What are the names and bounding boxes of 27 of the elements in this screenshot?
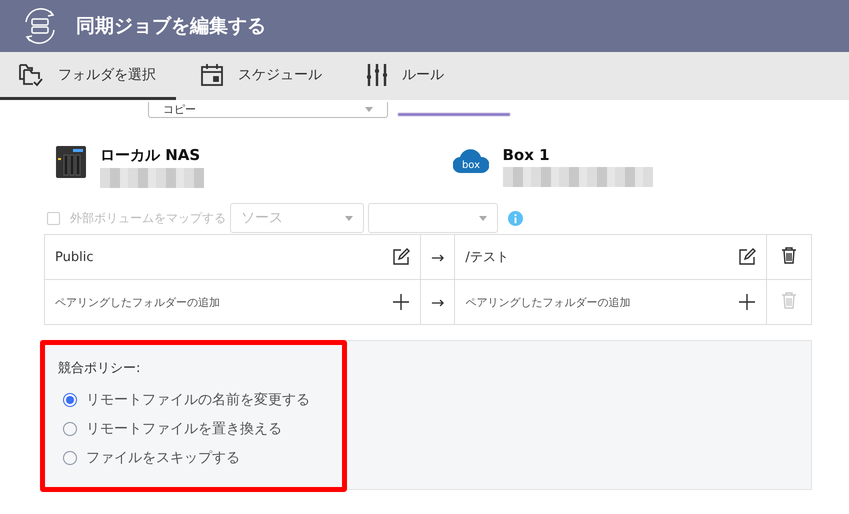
add-folder-hint: ペアリングしたフォルダーの追加 [55,294,220,310]
folder-check-icon [18,62,44,86]
calendar-icon [200,62,224,86]
edit-icon[interactable] [392,248,410,266]
device-name: ローカル NAS [100,146,202,165]
add-folder-hint: ペアリングしたフォルダーの追加 [465,294,630,310]
mode-dropdown[interactable]: コピー [148,102,388,118]
radio-option[interactable]: リモートファイルの名前を変更する [63,391,811,409]
trash-icon[interactable] [780,246,798,264]
sliders-icon [366,62,388,86]
tab[interactable]: スケジュール [182,52,342,100]
folder-path: Public [55,250,94,264]
device-name: Box 1 [502,146,551,164]
tab[interactable]: ルール [348,52,464,100]
nas-device-icon [56,146,86,178]
edit-icon[interactable] [738,248,756,266]
checkbox-label: 外部ボリュームをマップする [70,210,226,226]
arrow-glyph: → [431,248,444,266]
plus-icon[interactable] [392,293,410,311]
radio-option[interactable]: リモートファイルを置き換える [63,420,811,438]
arrow-glyph: → [431,292,444,312]
radio-option[interactable]: ファイルをスキップする [63,449,811,467]
window-title: 同期ジョブを編集する [76,14,266,39]
folder-path: /テスト [465,249,509,266]
plus-icon[interactable] [738,293,756,311]
tab[interactable]: フォルダを選択 [0,52,176,100]
policy-label: 競合ポリシー: [57,360,142,377]
